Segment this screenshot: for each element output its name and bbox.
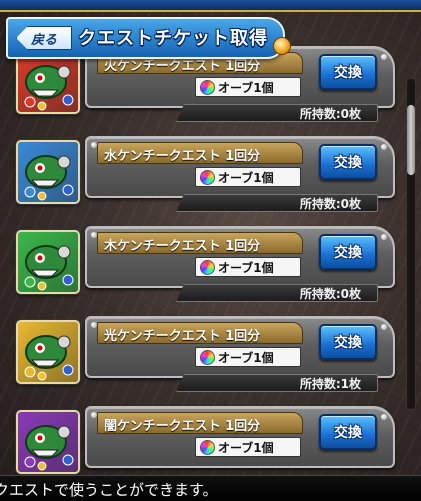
panel-bolt	[381, 234, 387, 240]
ticket-row-water: 水ケンチークエスト 1回分 オーブ1個 交換 所持数:0枚	[0, 132, 400, 218]
character-avatar-icon	[16, 50, 80, 114]
rainbow-orb-icon	[200, 80, 215, 95]
ticket-cost-label: オーブ1個	[218, 351, 274, 365]
ticket-name: 光ケンチークエスト 1回分	[104, 329, 261, 344]
ticket-name: 水ケンチークエスト 1回分	[104, 149, 261, 164]
gem-icon	[273, 37, 291, 55]
panel-bolt	[381, 54, 387, 60]
footer-message-bar: クエストで使うことができます。	[0, 475, 421, 501]
character-avatar-icon	[16, 140, 80, 204]
ticket-name-plate: 水ケンチークエスト 1回分	[97, 142, 303, 164]
ticket-name-plate: 光ケンチークエスト 1回分	[97, 322, 303, 344]
ticket-name-plate: 闇ケンチークエスト 1回分	[97, 412, 303, 434]
rainbow-orb-icon	[200, 350, 215, 365]
panel-bolt	[381, 414, 387, 420]
ticket-cost: オーブ1個	[195, 437, 301, 457]
ticket-cost-label: オーブ1個	[218, 81, 274, 95]
ticket-cost-label: オーブ1個	[218, 441, 274, 455]
ticket-cost-label: オーブ1個	[218, 261, 274, 275]
exchange-button[interactable]: 交換	[319, 144, 377, 180]
character-avatar-icon	[16, 410, 80, 474]
ticket-panel: 光ケンチークエスト 1回分 オーブ1個 交換	[85, 316, 395, 378]
ticket-list: 火ケンチークエスト 1回分 オーブ1個 交換 所持数:0枚 水ケンチークエスト …	[0, 0, 421, 500]
panel-bolt	[381, 324, 387, 330]
ticket-row-wood: 木ケンチークエスト 1回分 オーブ1個 交換 所持数:0枚	[0, 222, 400, 308]
ticket-row-light: 光ケンチークエスト 1回分 オーブ1個 交換 所持数:1枚	[0, 312, 400, 398]
exchange-button[interactable]: 交換	[319, 54, 377, 90]
scrollbar[interactable]	[406, 78, 416, 410]
ticket-cost-label: オーブ1個	[218, 171, 274, 185]
panel-bolt	[381, 144, 387, 150]
ticket-cost: オーブ1個	[195, 77, 301, 97]
ticket-name: 木ケンチークエスト 1回分	[104, 239, 261, 254]
owned-count-bar: 所持数:0枚	[176, 194, 378, 212]
character-avatar-icon	[16, 320, 80, 384]
exchange-button-label: 交換	[334, 155, 362, 171]
ticket-panel: 木ケンチークエスト 1回分 オーブ1個 交換	[85, 226, 395, 288]
ticket-cost: オーブ1個	[195, 347, 301, 367]
ticket-name-plate: 木ケンチークエスト 1回分	[97, 232, 303, 254]
ticket-name: 闇ケンチークエスト 1回分	[104, 419, 261, 434]
owned-count-bar: 所持数:0枚	[176, 104, 378, 122]
exchange-button[interactable]: 交換	[319, 324, 377, 360]
rainbow-orb-icon	[200, 440, 215, 455]
owned-count: 所持数:0枚	[299, 107, 361, 121]
character-avatar-icon	[16, 230, 80, 294]
ticket-cost: オーブ1個	[195, 257, 301, 277]
exchange-button-label: 交換	[334, 335, 362, 351]
scroll-thumb[interactable]	[407, 105, 415, 175]
page-header: 戻る クエストチケット取得	[6, 17, 291, 59]
ticket-cost: オーブ1個	[195, 167, 301, 187]
exchange-button-label: 交換	[334, 425, 362, 441]
back-button[interactable]: 戻る	[16, 26, 72, 50]
owned-count: 所持数:1枚	[299, 377, 361, 391]
rainbow-orb-icon	[200, 260, 215, 275]
exchange-button[interactable]: 交換	[319, 234, 377, 270]
exchange-button-label: 交換	[334, 65, 362, 81]
ticket-panel: 闇ケンチークエスト 1回分 オーブ1個 交換	[85, 406, 395, 468]
owned-count-bar: 所持数:0枚	[176, 284, 378, 302]
exchange-button[interactable]: 交換	[319, 414, 377, 450]
back-button-label: 戻る	[31, 33, 58, 48]
page-title: クエストチケット取得	[78, 28, 268, 49]
owned-count: 所持数:0枚	[299, 287, 361, 301]
exchange-button-label: 交換	[334, 245, 362, 261]
owned-count: 所持数:0枚	[299, 197, 361, 211]
footer-message: クエストで使うことができます。	[0, 481, 218, 499]
rainbow-orb-icon	[200, 170, 215, 185]
owned-count-bar: 所持数:1枚	[176, 374, 378, 392]
ticket-panel: 水ケンチークエスト 1回分 オーブ1個 交換	[85, 136, 395, 198]
